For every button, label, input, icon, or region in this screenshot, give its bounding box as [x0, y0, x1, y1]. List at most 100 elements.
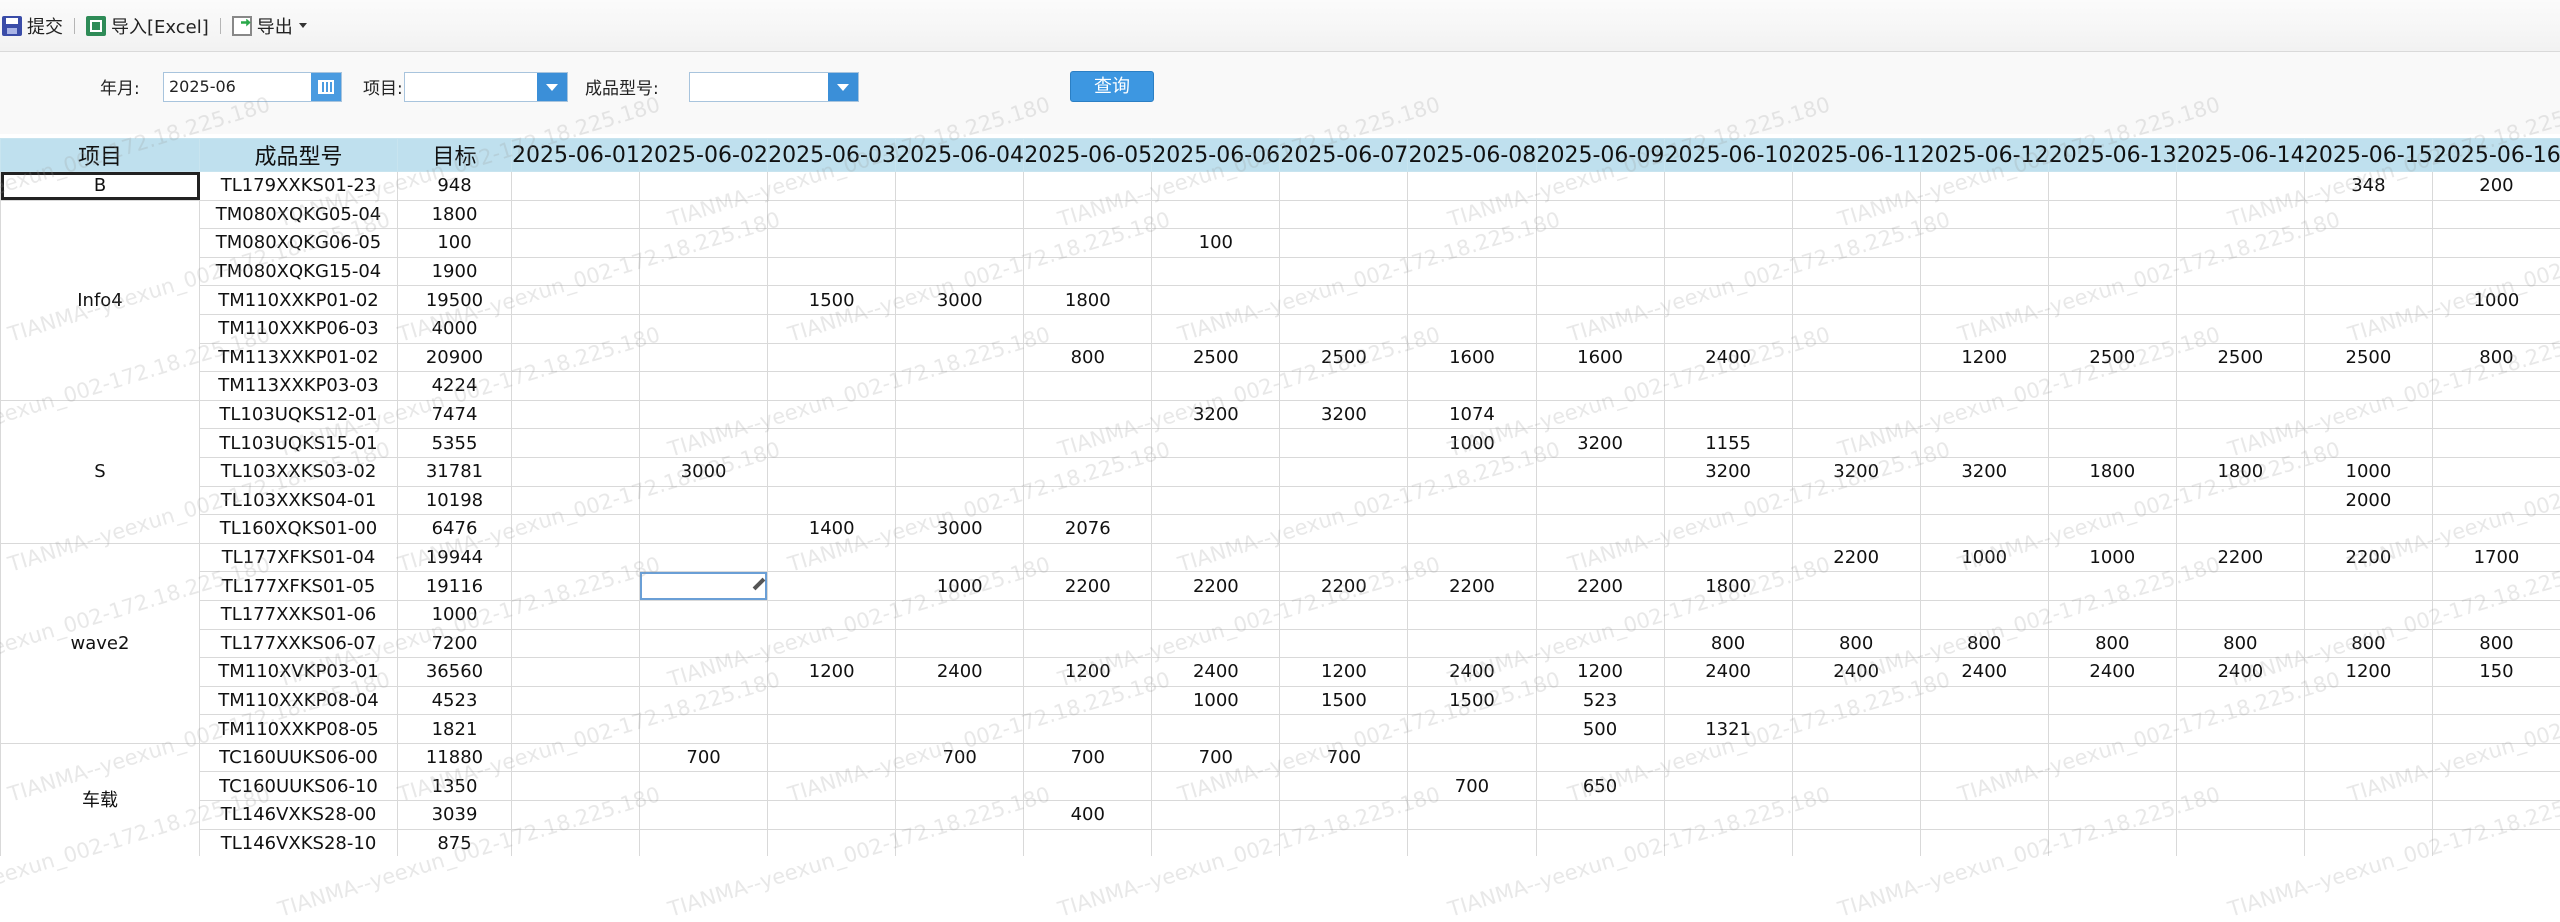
plan-cell[interactable]: 2500 — [2175, 342, 2305, 373]
plan-cell[interactable] — [1919, 742, 2049, 773]
plan-cell[interactable]: 1800 — [2175, 456, 2305, 487]
model-cell[interactable]: TL160XQKS01-00 — [199, 514, 398, 544]
plan-cell[interactable] — [1407, 828, 1537, 856]
plan-cell[interactable] — [1535, 228, 1665, 258]
plan-cell[interactable] — [2047, 714, 2177, 744]
model-cell[interactable]: TL103XXKS03-02 — [199, 456, 398, 487]
plan-cell[interactable] — [1407, 456, 1537, 487]
plan-cell[interactable] — [1791, 514, 1921, 544]
plan-cell[interactable] — [639, 599, 769, 630]
plan-cell[interactable] — [2303, 685, 2433, 716]
plan-cell[interactable]: 1200 — [767, 657, 897, 687]
model-cell[interactable]: TM113XXKP01-02 — [199, 342, 398, 373]
plan-cell[interactable] — [639, 256, 769, 287]
plan-cell[interactable] — [1279, 228, 1409, 258]
plan-cell[interactable] — [1023, 771, 1153, 802]
plan-cell[interactable]: 2400 — [2175, 657, 2305, 687]
plan-cell[interactable] — [2175, 256, 2305, 287]
plan-cell[interactable] — [2047, 685, 2177, 716]
model-cell[interactable]: TC160UUKS06-10 — [199, 771, 398, 802]
plan-cell[interactable]: 1200 — [1279, 657, 1409, 687]
plan-cell[interactable] — [2431, 485, 2560, 516]
project-cell[interactable]: B — [0, 171, 200, 201]
project-cell[interactable]: Info4 — [0, 199, 200, 401]
plan-cell[interactable] — [639, 571, 769, 601]
plan-cell[interactable] — [895, 456, 1025, 487]
plan-cell[interactable]: 800 — [1663, 628, 1793, 659]
plan-cell[interactable] — [1407, 485, 1537, 516]
plan-cell[interactable] — [1919, 571, 2049, 601]
plan-cell[interactable]: 700 — [1023, 742, 1153, 773]
plan-cell[interactable] — [1919, 714, 2049, 744]
plan-cell[interactable] — [639, 828, 769, 856]
plan-cell[interactable] — [1023, 428, 1153, 458]
model-cell[interactable]: TL103XXKS04-01 — [199, 485, 398, 516]
plan-cell[interactable] — [1023, 542, 1153, 573]
target-cell[interactable]: 4224 — [397, 371, 512, 401]
plan-cell[interactable] — [1407, 542, 1537, 573]
model-cell[interactable]: TL103UQKS15-01 — [199, 428, 398, 458]
plan-cell[interactable] — [639, 514, 769, 544]
model-cell[interactable]: TL146VXKS28-10 — [199, 828, 398, 856]
plan-cell[interactable]: 2500 — [2047, 342, 2177, 373]
plan-cell[interactable] — [2175, 514, 2305, 544]
plan-cell[interactable] — [2175, 742, 2305, 773]
plan-cell[interactable] — [1791, 256, 1921, 287]
plan-cell[interactable] — [1279, 313, 1409, 344]
plan-cell[interactable]: 3200 — [1535, 428, 1665, 458]
plan-cell[interactable] — [2303, 599, 2433, 630]
plan-cell[interactable] — [767, 771, 897, 802]
plan-cell[interactable] — [639, 800, 769, 830]
plan-cell[interactable] — [1663, 771, 1793, 802]
plan-cell[interactable] — [1023, 685, 1153, 716]
plan-cell[interactable] — [510, 514, 641, 544]
plan-cell[interactable]: 700 — [639, 742, 769, 773]
plan-cell[interactable] — [895, 685, 1025, 716]
plan-cell[interactable] — [2431, 742, 2560, 773]
plan-cell[interactable]: 2000 — [2303, 485, 2433, 516]
plan-cell[interactable]: 800 — [1791, 628, 1921, 659]
plan-cell[interactable]: 3000 — [895, 285, 1025, 315]
plan-cell[interactable] — [1151, 828, 1281, 856]
plan-cell[interactable] — [2303, 800, 2433, 830]
plan-cell[interactable] — [1663, 542, 1793, 573]
plan-cell[interactable] — [2431, 771, 2560, 802]
plan-cell[interactable] — [767, 800, 897, 830]
plan-cell[interactable] — [2175, 428, 2305, 458]
plan-cell[interactable] — [1151, 628, 1281, 659]
plan-cell[interactable]: 1800 — [1663, 571, 1793, 601]
plan-cell[interactable] — [1919, 256, 2049, 287]
plan-cell[interactable] — [510, 628, 641, 659]
plan-cell[interactable] — [1023, 399, 1153, 430]
plan-cell[interactable] — [2431, 199, 2560, 230]
plan-cell[interactable]: 3000 — [639, 456, 769, 487]
plan-cell[interactable] — [1535, 399, 1665, 430]
plan-cell[interactable] — [510, 456, 641, 487]
plan-cell[interactable] — [1791, 800, 1921, 830]
target-cell[interactable]: 19116 — [397, 571, 512, 601]
plan-cell[interactable] — [767, 256, 897, 287]
plan-cell[interactable] — [1663, 599, 1793, 630]
submit-button[interactable]: 提交 — [0, 6, 65, 46]
plan-cell[interactable] — [639, 371, 769, 401]
plan-cell[interactable] — [510, 399, 641, 430]
plan-cell[interactable]: 2200 — [2175, 542, 2305, 573]
plan-cell[interactable] — [1791, 285, 1921, 315]
plan-cell[interactable] — [895, 599, 1025, 630]
plan-cell[interactable] — [510, 828, 641, 856]
plan-cell[interactable] — [1919, 800, 2049, 830]
plan-cell[interactable] — [1791, 742, 1921, 773]
plan-cell[interactable] — [1279, 542, 1409, 573]
plan-cell[interactable] — [1279, 828, 1409, 856]
plan-cell[interactable] — [2303, 256, 2433, 287]
plan-cell[interactable] — [2175, 199, 2305, 230]
plan-cell[interactable]: 1200 — [1919, 342, 2049, 373]
plan-cell[interactable]: 1200 — [1535, 657, 1665, 687]
plan-cell[interactable] — [767, 199, 897, 230]
plan-cell[interactable] — [1151, 456, 1281, 487]
plan-cell[interactable] — [639, 428, 769, 458]
plan-cell[interactable] — [1023, 628, 1153, 659]
plan-cell[interactable] — [1407, 714, 1537, 744]
plan-cell[interactable] — [639, 199, 769, 230]
target-cell[interactable]: 100 — [397, 228, 512, 258]
